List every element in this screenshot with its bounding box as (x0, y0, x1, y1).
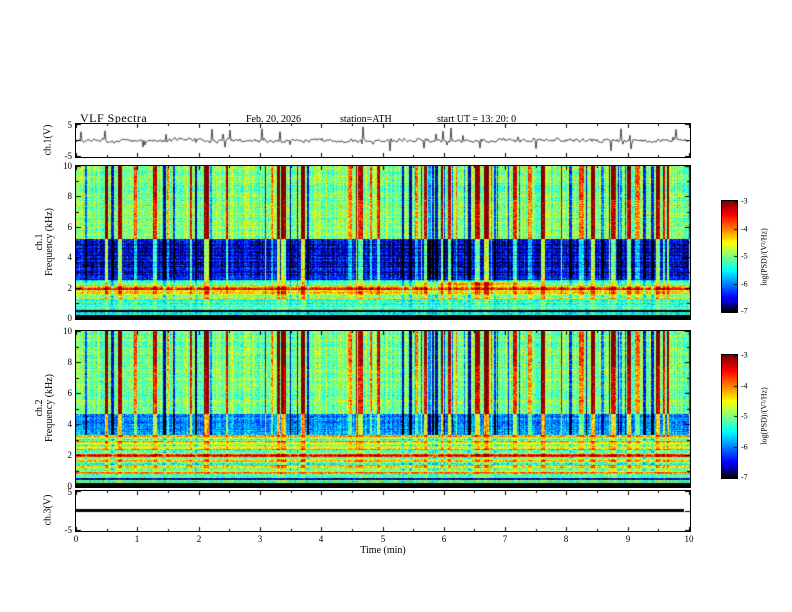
ch3-waveform-canvas (76, 491, 690, 531)
x-tick-label: 3 (257, 534, 263, 544)
y-tick-label: 4 (67, 252, 73, 262)
ch1-spectrogram-canvas (76, 166, 690, 319)
y-tick-label: -5 (64, 151, 73, 161)
ch1-waveform-canvas (76, 124, 690, 157)
colorbar-tick-label: -4 (741, 381, 748, 391)
colorbar-tick-label: -7 (741, 472, 748, 482)
x-tick-label: 9 (625, 534, 631, 544)
y-axis-label-ch2-spectrogram: ch.2 Frequency (kHz) (34, 373, 55, 443)
x-tick-label: 5 (380, 534, 386, 544)
x-tick-label: 4 (318, 534, 324, 544)
colorbar-ch2-label: log(PSD)/(V²/Hz) (759, 387, 769, 445)
ch2-spectrogram-canvas (76, 331, 690, 487)
colorbar-ch1-label: log(PSD)/(V²/Hz) (759, 228, 769, 286)
colorbar-tick-label: -5 (741, 251, 748, 261)
y-tick-label: 5 (67, 120, 73, 130)
y-tick-label: 5 (67, 487, 73, 497)
colorbar-ch2-canvas (722, 355, 737, 478)
x-tick-label: 7 (502, 534, 508, 544)
x-tick-label: 0 (73, 534, 79, 544)
colorbar-tick-label: -3 (741, 350, 748, 360)
colorbar-tick-label: -6 (741, 442, 748, 452)
y-tick-label: 2 (67, 450, 73, 460)
y-tick-label: -5 (64, 525, 73, 535)
y-axis-frequency-label-ch2: Frequency (kHz) (44, 373, 55, 443)
colorbar-tick-label: -6 (741, 279, 748, 289)
x-tick-label: 2 (196, 534, 202, 544)
y-axis-label-ch3-waveform: ch.3(V) (42, 494, 54, 526)
x-axis-label: Time (min) (360, 545, 406, 556)
colorbar-ch1 (721, 200, 738, 313)
colorbar-tick-label: -3 (741, 196, 748, 206)
colorbar-tick-label: -4 (741, 224, 748, 234)
y-axis-label-ch1-spectrogram: ch.1 Frequency (kHz) (34, 207, 55, 277)
colorbar-tick-label: -5 (741, 411, 748, 421)
x-tick-label: 1 (134, 534, 140, 544)
x-tick-label: 10 (684, 534, 694, 544)
y-tick-label: 10 (63, 161, 72, 171)
y-axis-frequency-label-ch1: Frequency (kHz) (44, 207, 55, 277)
y-tick-label: 8 (67, 357, 73, 367)
panel-ch3-waveform (75, 490, 691, 532)
y-tick-label: 4 (67, 419, 73, 429)
vlf-spectra-figure: VLF Spectra Feb. 20, 2026 station=ATH st… (0, 0, 792, 612)
y-tick-label: 0 (67, 313, 73, 323)
colorbar-tick-label: -7 (741, 306, 748, 316)
colorbar-ch2 (721, 354, 738, 479)
panel-ch1-spectrogram (75, 165, 691, 320)
y-tick-label: 6 (67, 388, 73, 398)
colorbar-ch1-canvas (722, 201, 737, 312)
panel-ch1-waveform (75, 123, 691, 158)
panel-ch2-spectrogram (75, 330, 691, 488)
y-tick-label: 6 (67, 222, 73, 232)
x-tick-label: 8 (563, 534, 569, 544)
y-tick-label: 10 (63, 326, 72, 336)
y-tick-label: 8 (67, 191, 73, 201)
x-tick-label: 6 (441, 534, 447, 544)
y-axis-label-ch1-waveform: ch.1(V) (42, 124, 54, 156)
y-tick-label: 2 (67, 283, 73, 293)
